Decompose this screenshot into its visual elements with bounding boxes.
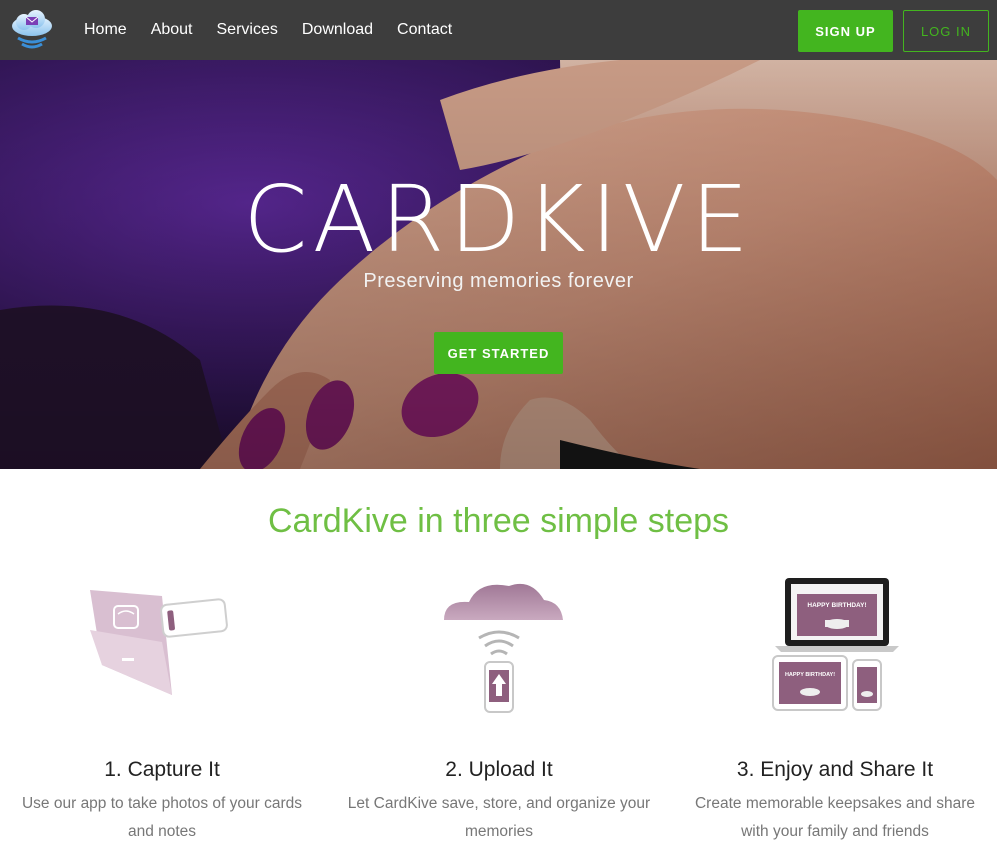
main-nav: Home About Services Download Contact [84, 0, 476, 60]
sign-up-button[interactable]: SIGN UP [798, 10, 893, 52]
step-upload-title: 2. Upload It [445, 758, 553, 781]
hero-title: CARDKIVE [243, 166, 754, 273]
step-upload: 2. Upload It Let CardKive save, store, a… [334, 570, 664, 846]
step-share-title: 3. Enjoy and Share It [736, 758, 934, 781]
nav-contact-link[interactable]: Contact [397, 21, 452, 39]
step-capture: 1. Capture It Use our app to take photos… [0, 570, 327, 846]
steps-heading: CardKive in three simple steps [267, 502, 730, 540]
nav-home-link[interactable]: Home [84, 21, 127, 39]
navbar: Home About Services Download Contact SIG… [0, 0, 997, 60]
cloud-mail-logo-icon[interactable] [8, 8, 56, 52]
step-share: HAPPY BIRTHDAY! HAPPY BIRTHDAY! 3. Enjoy… [670, 570, 997, 846]
step-share-description: Create memorable keepsakes and share wit… [694, 795, 975, 840]
nav-download-link[interactable]: Download [302, 21, 373, 39]
get-started-button[interactable]: GET STARTED [434, 332, 563, 374]
devices-share-illustration-icon: HAPPY BIRTHDAY! HAPPY BIRTHDAY! [772, 578, 899, 711]
nav-about-link[interactable]: About [151, 21, 193, 39]
log-in-button[interactable]: LOG IN [903, 10, 989, 52]
step-upload-description: Let CardKive save, store, and organize y… [347, 795, 651, 840]
card-capture-illustration-icon [90, 590, 228, 695]
step-capture-title: 1. Capture It [104, 758, 220, 781]
tablet-card-text: HAPPY BIRTHDAY! [785, 672, 835, 678]
nav-services-link[interactable]: Services [217, 21, 278, 39]
hero-subtitle: Preserving memories forever [363, 270, 634, 292]
hero-banner: CARDKIVE Preserving memories forever GET… [0, 60, 997, 469]
step-capture-description: Use our app to take photos of your cards… [21, 795, 303, 840]
laptop-card-text: HAPPY BIRTHDAY! [807, 602, 866, 609]
cloud-upload-illustration-icon [444, 583, 563, 713]
